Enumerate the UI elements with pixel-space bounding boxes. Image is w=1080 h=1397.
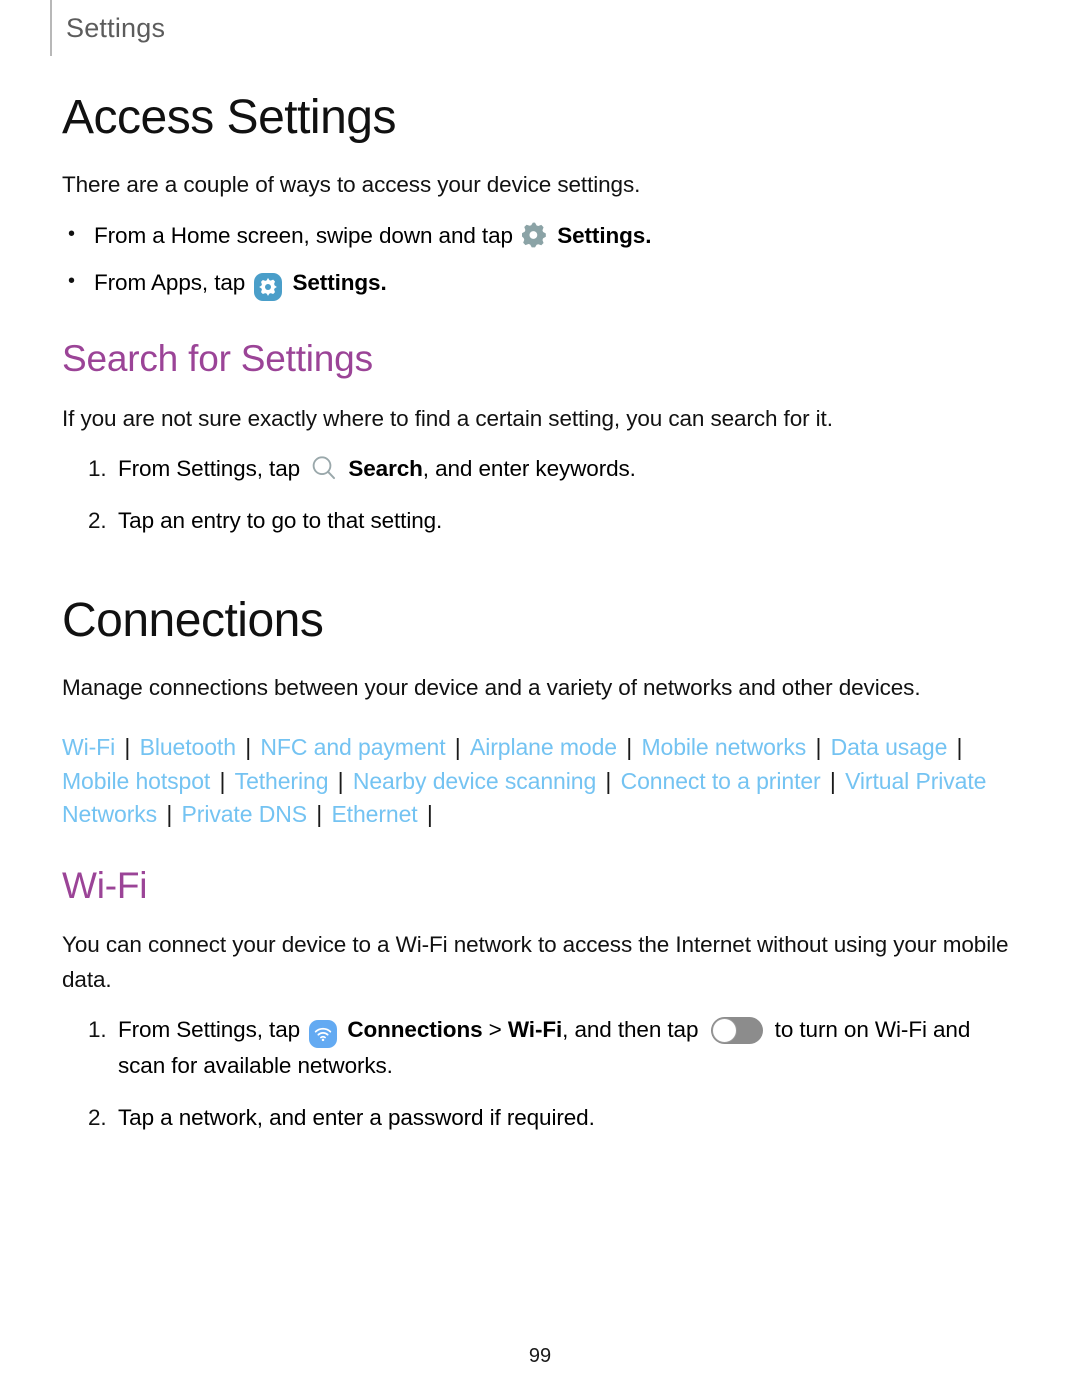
bullet-text-after: . (645, 222, 652, 248)
link-separator: | (950, 734, 963, 761)
step-text: Tap a network, and enter a password if r… (118, 1104, 595, 1130)
wifi-toggle-off[interactable] (710, 1016, 763, 1044)
access-settings-bullet-list: From a Home screen, swipe down and tap S… (62, 215, 1014, 306)
link-separator: | (823, 767, 843, 794)
running-header-label: Settings (66, 12, 166, 43)
chevron-separator: > (488, 1016, 502, 1042)
connections-link-list: Wi-Fi | Bluetooth | NFC and payment | Ai… (62, 731, 992, 831)
step-bold-label: Search (348, 455, 423, 481)
toggle-knob (711, 1017, 737, 1043)
list-item: Tap an entry to go to that setting. (62, 503, 1014, 539)
connections-intro: Manage connections between your device a… (62, 674, 921, 700)
connections-link[interactable]: Private DNS (182, 801, 308, 827)
step-bold-wifi: Wi-Fi (507, 1016, 563, 1042)
connections-link[interactable]: NFC and payment (260, 734, 445, 760)
link-separator: | (213, 767, 232, 794)
connections-app-icon (309, 1019, 338, 1048)
wifi-step-list: From Settings, tap Connections > Wi-Fi, … (62, 1012, 1014, 1136)
connections-link[interactable]: Bluetooth (140, 734, 236, 760)
connections-link[interactable]: Data usage (831, 734, 948, 760)
connections-link[interactable]: Mobile networks (641, 734, 806, 760)
list-item: From Apps, tap Settings. (62, 262, 1014, 305)
link-separator: | (309, 801, 329, 828)
section-title-wifi: Wi-Fi (62, 864, 148, 906)
link-separator: | (118, 734, 137, 761)
running-header: Settings (50, 0, 165, 56)
list-item: From Settings, tap Search, and enter key… (62, 451, 1014, 487)
step-text-after: , and enter keywords. (422, 455, 636, 481)
step-text-before: From Settings, tap (118, 1016, 301, 1042)
connections-link[interactable]: Mobile hotspot (62, 768, 210, 794)
connections-link[interactable]: Airplane mode (470, 734, 617, 760)
list-item: From Settings, tap Connections > Wi-Fi, … (62, 1012, 1014, 1084)
bullet-bold-label: Settings (557, 222, 646, 248)
gear-icon (522, 220, 548, 263)
page-title-connections: Connections (62, 593, 324, 647)
connections-link[interactable]: Connect to a printer (621, 768, 821, 794)
search-icon (306, 456, 348, 481)
section-title-search-for-settings: Search for Settings (62, 338, 373, 380)
step-text-middle: , and then tap (562, 1016, 699, 1042)
link-separator: | (599, 767, 618, 794)
connections-link[interactable]: Tethering (235, 768, 329, 794)
page-title-access-settings: Access Settings (62, 91, 396, 144)
link-separator: | (620, 734, 639, 761)
link-separator: | (809, 734, 828, 761)
link-separator: | (238, 734, 258, 761)
step-text-before: Tap an entry to go to that setting. (118, 507, 443, 533)
settings-app-icon (254, 273, 283, 302)
connections-link[interactable]: Wi-Fi (62, 734, 115, 760)
link-separator: | (160, 801, 179, 828)
bullet-bold-label: Settings (292, 270, 381, 296)
step-text-before: From Settings, tap (118, 455, 301, 481)
search-for-settings-intro: If you are not sure exactly where to fin… (62, 405, 833, 431)
connections-link[interactable]: Ethernet (331, 801, 417, 827)
page-number: 99 (528, 1345, 552, 1367)
connections-link[interactable]: Nearby device scanning (353, 768, 596, 794)
list-item: From a Home screen, swipe down and tap S… (62, 215, 1014, 263)
document-content: Access Settings There are a couple of wa… (62, 92, 1014, 1152)
bullet-text-before: From a Home screen, swipe down and tap (94, 222, 513, 248)
bullet-text-after: . (380, 270, 387, 296)
step-bold-connections: Connections (347, 1016, 483, 1042)
link-separator: | (420, 801, 433, 828)
bullet-text-before: From Apps, tap (94, 270, 246, 296)
access-settings-intro: There are a couple of ways to access you… (62, 171, 641, 197)
wifi-intro: You can connect your device to a Wi-Fi n… (62, 932, 1009, 993)
link-separator: | (448, 734, 467, 761)
search-for-settings-step-list: From Settings, tap Search, and enter key… (62, 451, 1014, 539)
list-item: Tap a network, and enter a password if r… (62, 1100, 1014, 1136)
link-separator: | (331, 767, 350, 794)
